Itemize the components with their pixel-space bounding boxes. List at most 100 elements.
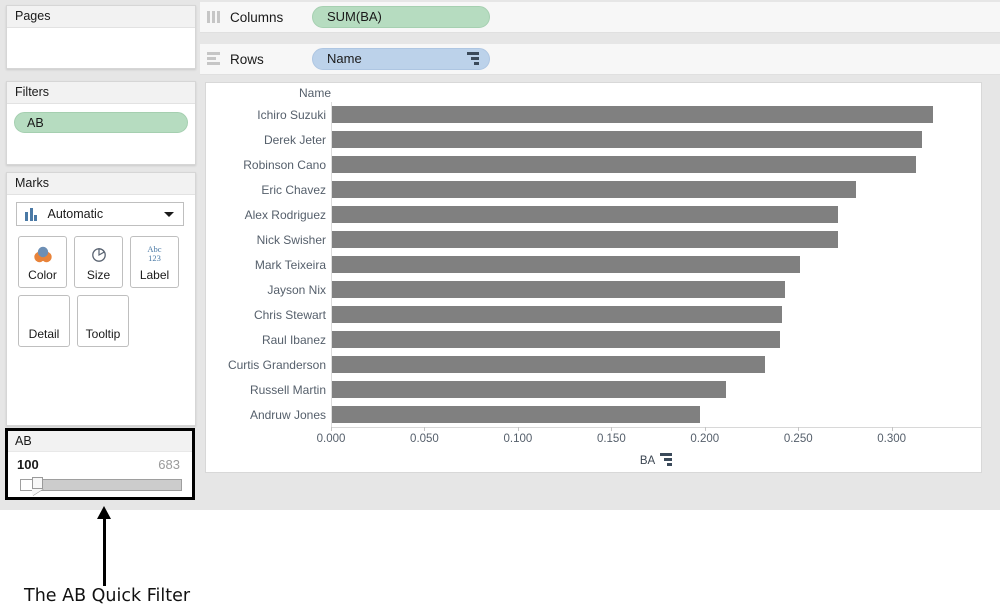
bar-mark[interactable] [332,256,801,273]
axis-tick-label: 0.150 [596,433,626,445]
axis-tick-label: 0.200 [690,433,720,445]
marks-detail-label: Detail [28,327,60,341]
axis-tick [611,427,613,431]
bar-row [332,402,981,427]
bar-mark[interactable] [332,156,917,173]
axis-tick [424,427,426,431]
bar-mark[interactable] [332,381,726,398]
columns-shelf-label: Columns [230,9,284,25]
marks-buttons-group: Color Size Abc 123 Label Detail Tooltip [18,236,186,347]
marks-color-label: Color [28,268,57,282]
row-label[interactable]: Mark Teixeira [206,252,331,277]
bar-mark[interactable] [332,181,857,198]
quick-filter-slider[interactable] [20,477,182,492]
row-label[interactable]: Nick Swisher [206,227,331,252]
marks-detail-button[interactable]: Detail [18,295,70,347]
bar-mark[interactable] [332,106,933,123]
worksheet-main-area: Columns SUM(BA) Rows Name Name Ichiro Su… [200,0,1000,510]
name-field-header: Name [298,85,331,100]
axis-tick-label: 0.050 [410,433,439,445]
axis-tick-label: 0.300 [877,433,907,445]
mark-type-dropdown[interactable]: Automatic [16,202,184,226]
quick-filter-max-value[interactable]: 683 [158,457,180,472]
row-label[interactable]: Andruw Jones [206,402,331,427]
pages-card: Pages [6,5,196,69]
marks-card-title: Marks [7,173,195,195]
arrow-shaft [103,516,106,586]
bar-mark[interactable] [332,331,780,348]
marks-tooltip-label: Tooltip [85,327,121,341]
marks-size-button[interactable]: Size [74,236,123,288]
rows-pill-name[interactable]: Name [312,48,490,70]
bar-series [332,102,981,427]
quick-filter-min-value[interactable]: 100 [17,457,39,472]
axis-tick [704,427,706,431]
axis-tick-label: 0.100 [503,433,533,445]
marks-card: Marks Automatic Color Size Abc 123 Label… [6,172,196,426]
tableau-worksheet-window: Pages Filters AB Marks Automatic Color S… [0,0,1000,510]
row-label-column: Ichiro Suzuki Derek Jeter Robinson Cano Eri… [206,102,332,427]
mark-type-label: Automatic [47,207,104,221]
axis-tick [517,427,519,431]
row-label[interactable]: Eric Chavez [206,177,331,202]
color-circles-icon [19,243,66,265]
chevron-down-icon[interactable] [164,211,174,217]
annotation-caption: The AB Quick Filter [24,586,191,606]
row-label[interactable]: Raul Ibanez [206,327,331,352]
x-axis-title[interactable]: BA [331,453,981,468]
bar-mark[interactable] [332,356,765,373]
bar-row [332,302,981,327]
annotation-arrow [96,506,112,586]
row-label[interactable]: Russell Martin [206,377,331,402]
bar-row [332,202,981,227]
ab-quick-filter-card[interactable]: AB 100 683 [5,428,195,500]
columns-pill-sum-ba[interactable]: SUM(BA) [312,6,490,28]
axis-tick [331,427,332,431]
axis-line [331,427,981,428]
bar-mark[interactable] [332,231,838,248]
row-label[interactable]: Alex Rodriguez [206,202,331,227]
axis-tick-label: 0.000 [316,433,346,445]
bar-mark[interactable] [332,306,782,323]
row-label[interactable]: Jayson Nix [206,277,331,302]
filters-card: Filters AB [6,81,196,165]
row-label[interactable]: Robinson Cano [206,152,331,177]
marks-color-button[interactable]: Color [18,236,67,288]
bar-row [332,177,981,202]
bar-row [332,102,981,127]
columns-icon [207,11,222,23]
viz-column-header: Name [206,83,981,102]
pages-card-title: Pages [7,6,195,28]
sort-descending-icon[interactable] [467,51,479,67]
123-text: 123 [148,253,161,263]
rows-shelf[interactable]: Rows Name [200,44,1000,75]
marks-tooltip-button[interactable]: Tooltip [77,295,129,347]
slider-handle-icon[interactable] [32,477,43,489]
row-label[interactable]: Ichiro Suzuki [206,102,331,127]
row-label[interactable]: Derek Jeter [206,127,331,152]
rows-pill-label: Name [327,51,362,66]
marks-label-label: Label [139,268,170,282]
marks-label-button[interactable]: Abc 123 Label [130,236,179,288]
axis-sort-descending-icon[interactable] [660,453,673,468]
quick-filter-title: AB [8,431,192,452]
axis-tick [798,427,800,431]
axis-tick-label: 0.250 [783,433,813,445]
abc-123-icon: Abc 123 [131,243,178,265]
row-label[interactable]: Curtis Granderson [206,352,331,377]
columns-shelf[interactable]: Columns SUM(BA) [200,2,1000,33]
bar-row [332,227,981,252]
bar-mark[interactable] [332,206,838,223]
visualization-canvas: Name Ichiro Suzuki Derek Jeter Robinson Ca… [205,82,982,473]
marks-size-label: Size [86,268,111,282]
bar-mark[interactable] [332,406,700,423]
bar-mark[interactable] [332,131,922,148]
bar-row [332,152,981,177]
size-pie-icon [75,243,122,265]
bar-mark[interactable] [332,281,786,298]
row-label[interactable]: Chris Stewart [206,302,331,327]
rows-shelf-label: Rows [230,51,264,67]
slider-track[interactable] [20,479,182,491]
filter-pill-ab[interactable]: AB [14,112,188,133]
plot-area [332,102,981,427]
